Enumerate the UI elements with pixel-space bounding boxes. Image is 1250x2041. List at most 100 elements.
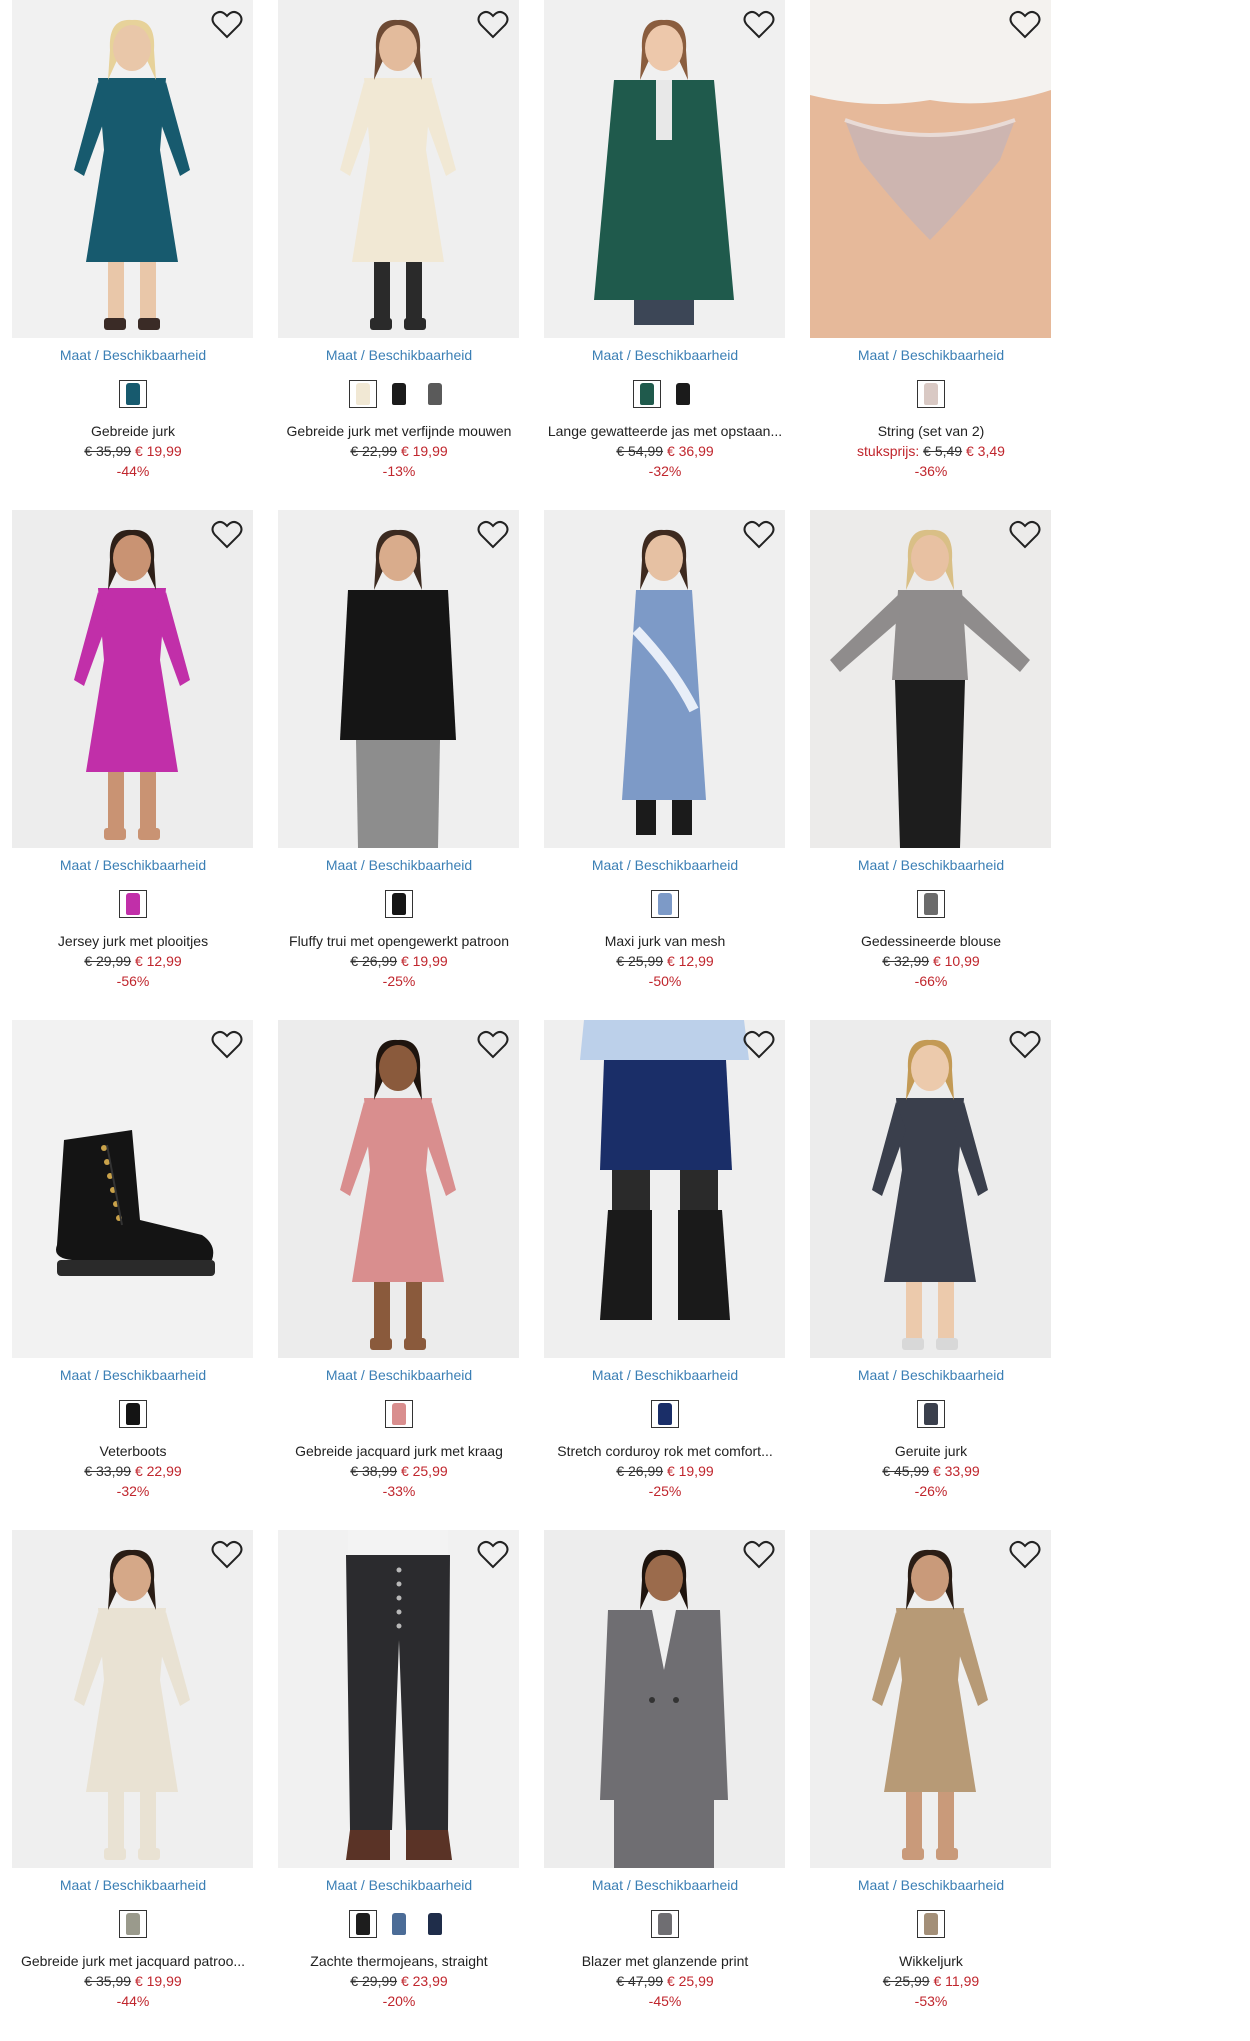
product-name[interactable]: Geruite jurk — [798, 1443, 1064, 1459]
product-name[interactable]: Gebreide jurk met jacquard patroo... — [0, 1953, 266, 1969]
size-availability-link[interactable]: Maat / Beschikbaarheid — [798, 857, 1064, 873]
wishlist-heart-icon[interactable] — [1009, 1540, 1041, 1570]
wishlist-heart-icon[interactable] — [211, 1540, 243, 1570]
sale-price: € 19,99 — [666, 1463, 714, 1479]
product-figure — [74, 19, 190, 330]
wishlist-heart-icon[interactable] — [743, 1030, 775, 1060]
size-availability-link[interactable]: Maat / Beschikbaarheid — [266, 1367, 532, 1383]
size-availability-link[interactable]: Maat / Beschikbaarheid — [532, 1877, 798, 1893]
old-price: € 35,99 — [84, 1973, 132, 1989]
swatch-thumbnail — [428, 383, 442, 405]
product-image[interactable] — [12, 510, 253, 848]
size-availability-link[interactable]: Maat / Beschikbaarheid — [266, 1877, 532, 1893]
size-availability-link[interactable]: Maat / Beschikbaarheid — [0, 857, 266, 873]
color-swatch[interactable] — [633, 380, 661, 408]
wishlist-heart-icon[interactable] — [743, 1540, 775, 1570]
product-name[interactable]: Lange gewatteerde jas met opstaan... — [532, 423, 798, 439]
old-price: € 29,99 — [350, 1973, 398, 1989]
product-name[interactable]: Fluffy trui met opengewerkt patroon — [266, 933, 532, 949]
product-image[interactable] — [810, 0, 1051, 338]
wishlist-heart-icon[interactable] — [477, 10, 509, 40]
product-image[interactable] — [12, 1020, 253, 1358]
discount-badge: -13% — [382, 463, 416, 479]
color-swatch[interactable] — [421, 380, 449, 408]
color-swatch[interactable] — [421, 1910, 449, 1938]
product-image[interactable] — [278, 0, 519, 338]
product-image[interactable] — [278, 1530, 519, 1868]
color-swatch[interactable] — [349, 380, 377, 408]
swatch-thumbnail — [392, 383, 406, 405]
product-image[interactable] — [810, 1530, 1051, 1868]
product-name[interactable]: Gebreide jurk — [0, 423, 266, 439]
color-swatch[interactable] — [119, 380, 147, 408]
product-image[interactable] — [278, 1020, 519, 1358]
size-availability-link[interactable]: Maat / Beschikbaarheid — [532, 1367, 798, 1383]
wishlist-heart-icon[interactable] — [1009, 10, 1041, 40]
wishlist-heart-icon[interactable] — [211, 520, 243, 550]
product-name[interactable]: Veterboots — [0, 1443, 266, 1459]
wishlist-heart-icon[interactable] — [743, 520, 775, 550]
discount-badge: -32% — [648, 463, 682, 479]
color-swatch[interactable] — [651, 1910, 679, 1938]
product-name[interactable]: Wikkeljurk — [798, 1953, 1064, 1969]
wishlist-heart-icon[interactable] — [477, 520, 509, 550]
size-availability-link[interactable]: Maat / Beschikbaarheid — [532, 347, 798, 363]
product-figure — [600, 1549, 728, 1868]
product-image[interactable] — [810, 1020, 1051, 1358]
wishlist-heart-icon[interactable] — [1009, 1030, 1041, 1060]
color-swatch[interactable] — [385, 380, 413, 408]
wishlist-heart-icon[interactable] — [743, 10, 775, 40]
product-figure — [74, 529, 190, 840]
product-name[interactable]: Gebreide jurk met verfijnde mouwen — [266, 423, 532, 439]
product-image[interactable] — [544, 510, 785, 848]
product-image[interactable] — [544, 1020, 785, 1358]
color-swatch[interactable] — [917, 890, 945, 918]
size-availability-link[interactable]: Maat / Beschikbaarheid — [798, 1877, 1064, 1893]
product-name[interactable]: Zachte thermojeans, straight — [266, 1953, 532, 1969]
wishlist-heart-icon[interactable] — [211, 1030, 243, 1060]
size-availability-link[interactable]: Maat / Beschikbaarheid — [266, 347, 532, 363]
product-image[interactable] — [544, 0, 785, 338]
color-swatch[interactable] — [349, 1910, 377, 1938]
color-swatch[interactable] — [651, 890, 679, 918]
color-swatch[interactable] — [917, 1910, 945, 1938]
sale-price: € 10,99 — [932, 953, 980, 969]
product-name[interactable]: Stretch corduroy rok met comfort... — [532, 1443, 798, 1459]
color-swatch[interactable] — [669, 380, 697, 408]
product-image[interactable] — [12, 0, 253, 338]
product-name[interactable]: Gebreide jacquard jurk met kraag — [266, 1443, 532, 1459]
color-swatch[interactable] — [651, 1400, 679, 1428]
product-image[interactable] — [810, 510, 1051, 848]
color-swatch[interactable] — [119, 890, 147, 918]
product-image[interactable] — [278, 510, 519, 848]
wishlist-heart-icon[interactable] — [1009, 520, 1041, 550]
size-availability-link[interactable]: Maat / Beschikbaarheid — [0, 347, 266, 363]
color-swatch[interactable] — [917, 380, 945, 408]
price-row: € 26,99 € 19,99 — [266, 953, 532, 969]
color-swatch[interactable] — [385, 1910, 413, 1938]
color-swatch[interactable] — [119, 1910, 147, 1938]
discount-badge: -26% — [914, 1483, 948, 1499]
product-name[interactable]: Jersey jurk met plooitjes — [0, 933, 266, 949]
size-availability-link[interactable]: Maat / Beschikbaarheid — [532, 857, 798, 873]
product-name[interactable]: String (set van 2) — [798, 423, 1064, 439]
size-availability-link[interactable]: Maat / Beschikbaarheid — [798, 347, 1064, 363]
sale-price: € 22,99 — [134, 1463, 182, 1479]
size-availability-link[interactable]: Maat / Beschikbaarheid — [798, 1367, 1064, 1383]
wishlist-heart-icon[interactable] — [211, 10, 243, 40]
color-swatch[interactable] — [385, 1400, 413, 1428]
product-name[interactable]: Blazer met glanzende print — [532, 1953, 798, 1969]
color-swatch[interactable] — [385, 890, 413, 918]
color-swatch[interactable] — [917, 1400, 945, 1428]
product-figure — [872, 1039, 988, 1350]
product-image[interactable] — [12, 1530, 253, 1868]
size-availability-link[interactable]: Maat / Beschikbaarheid — [266, 857, 532, 873]
wishlist-heart-icon[interactable] — [477, 1540, 509, 1570]
product-image[interactable] — [544, 1530, 785, 1868]
wishlist-heart-icon[interactable] — [477, 1030, 509, 1060]
product-name[interactable]: Maxi jurk van mesh — [532, 933, 798, 949]
color-swatch[interactable] — [119, 1400, 147, 1428]
size-availability-link[interactable]: Maat / Beschikbaarheid — [0, 1367, 266, 1383]
size-availability-link[interactable]: Maat / Beschikbaarheid — [0, 1877, 266, 1893]
product-name[interactable]: Gedessineerde blouse — [798, 933, 1064, 949]
